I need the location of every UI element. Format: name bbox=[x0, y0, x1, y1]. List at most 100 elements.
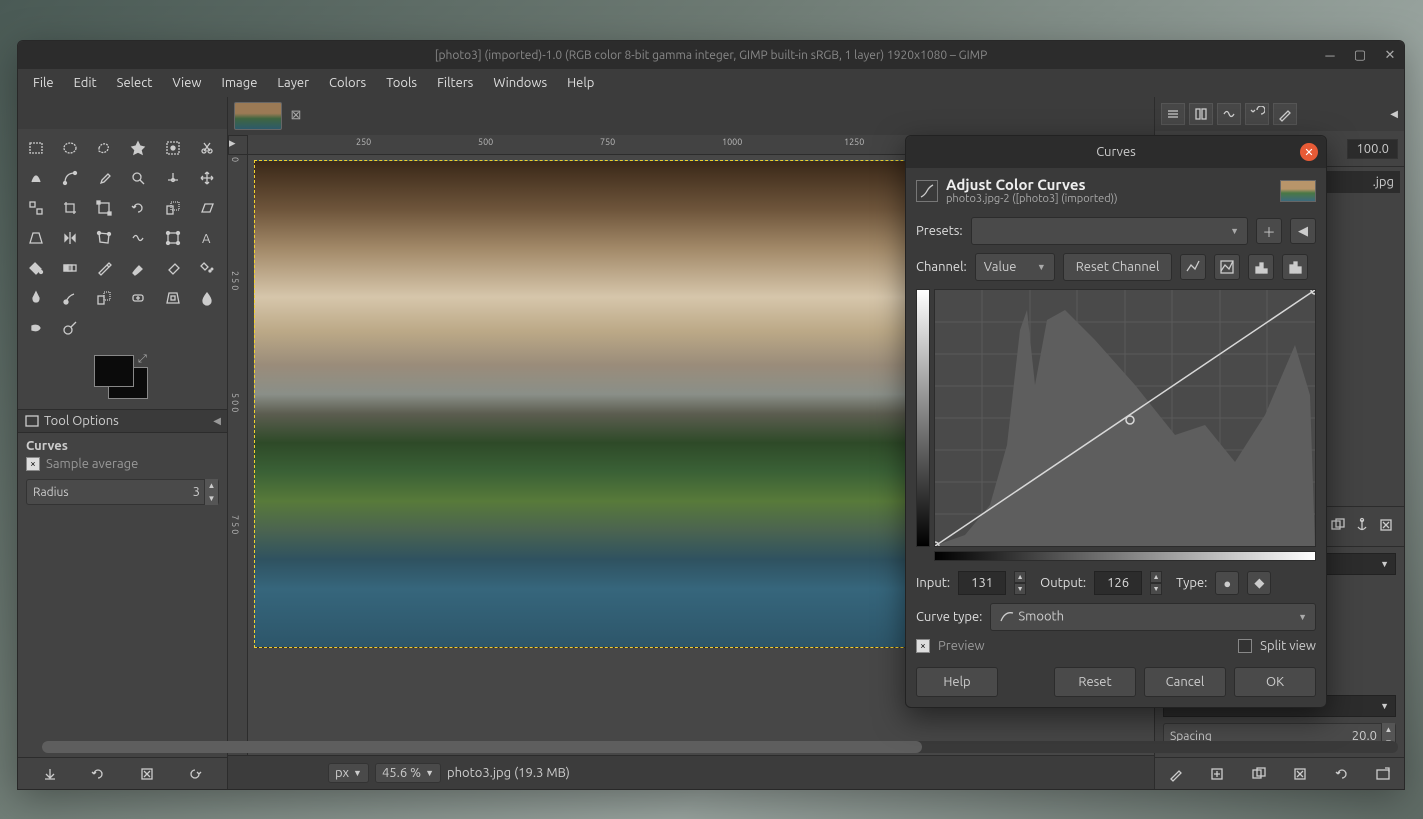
ink-tool[interactable] bbox=[22, 285, 50, 311]
unified-transform-tool[interactable] bbox=[90, 195, 118, 221]
blur-sharpen-tool[interactable] bbox=[193, 285, 221, 311]
close-button[interactable]: ✕ bbox=[1382, 47, 1398, 63]
input-value[interactable] bbox=[958, 571, 1006, 595]
preset-menu-button[interactable]: ◀ bbox=[1290, 218, 1316, 244]
move-tool[interactable] bbox=[193, 165, 221, 191]
text-tool[interactable]: A bbox=[193, 225, 221, 251]
maximize-button[interactable]: ▢ bbox=[1352, 47, 1368, 63]
menu-edit[interactable]: Edit bbox=[65, 72, 106, 94]
minimize-button[interactable]: ─ bbox=[1322, 47, 1338, 63]
reset-icon[interactable] bbox=[187, 766, 203, 782]
perspective-clone-tool[interactable] bbox=[159, 285, 187, 311]
save-preset-icon[interactable] bbox=[42, 766, 58, 782]
h-scrollbar[interactable] bbox=[42, 741, 1398, 753]
menu-help[interactable]: Help bbox=[558, 72, 603, 94]
ruler-origin[interactable]: ▸ bbox=[228, 135, 248, 155]
warp-tool[interactable] bbox=[124, 225, 152, 251]
menu-image[interactable]: Image bbox=[213, 72, 267, 94]
fg-bg-swatches[interactable]: ⤢ bbox=[24, 353, 221, 403]
by-color-select-tool[interactable] bbox=[159, 135, 187, 161]
mypaint-brush-tool[interactable] bbox=[56, 285, 84, 311]
dialog-titlebar[interactable]: Curves ✕ bbox=[906, 136, 1326, 168]
color-picker-tool[interactable] bbox=[90, 165, 118, 191]
measure-tool[interactable] bbox=[159, 165, 187, 191]
layer-icon[interactable] bbox=[1330, 517, 1346, 533]
free-select-tool[interactable] bbox=[90, 135, 118, 161]
point-type-smooth[interactable]: ● bbox=[1215, 571, 1239, 595]
smudge-tool[interactable] bbox=[22, 315, 50, 341]
handle-transform-tool[interactable] bbox=[159, 225, 187, 251]
scale-tool[interactable] bbox=[159, 195, 187, 221]
menu-file[interactable]: File bbox=[24, 72, 63, 94]
dodge-burn-tool[interactable] bbox=[56, 315, 84, 341]
menu-select[interactable]: Select bbox=[108, 72, 162, 94]
radius-input[interactable]: Radius 3 ▲▼ bbox=[26, 479, 219, 505]
duplicate-brush-icon[interactable] bbox=[1251, 766, 1267, 782]
edit-brush-icon[interactable] bbox=[1168, 766, 1184, 782]
curve-type-combo[interactable]: Smooth ▼ bbox=[990, 603, 1316, 631]
ruler-vertical[interactable]: 0 2 5 0 5 0 0 7 5 0 bbox=[228, 155, 248, 755]
presets-combo[interactable]: ▼ bbox=[971, 217, 1248, 245]
menu-windows[interactable]: Windows bbox=[484, 72, 556, 94]
zoom-tool[interactable] bbox=[124, 165, 152, 191]
channel-combo[interactable]: Value▼ bbox=[975, 253, 1055, 281]
perspective-tool[interactable] bbox=[22, 225, 50, 251]
curve-editor[interactable] bbox=[934, 289, 1316, 547]
image-tab[interactable] bbox=[234, 102, 282, 130]
reset-channel-button[interactable]: Reset Channel bbox=[1063, 253, 1173, 281]
bucket-fill-tool[interactable] bbox=[22, 255, 50, 281]
pencil-tool[interactable] bbox=[90, 255, 118, 281]
log-hist-icon[interactable] bbox=[1214, 254, 1240, 280]
new-brush-icon[interactable] bbox=[1209, 766, 1225, 782]
menu-layer[interactable]: Layer bbox=[268, 72, 318, 94]
delete-layer-icon[interactable] bbox=[1378, 517, 1394, 533]
scissors-tool[interactable] bbox=[193, 135, 221, 161]
reset-button[interactable]: Reset bbox=[1054, 667, 1136, 697]
heal-tool[interactable] bbox=[124, 285, 152, 311]
cage-tool[interactable] bbox=[90, 225, 118, 251]
fuzzy-select-tool[interactable] bbox=[124, 135, 152, 161]
hist-linear-icon[interactable] bbox=[1248, 254, 1274, 280]
delete-brush-icon[interactable] bbox=[1292, 766, 1308, 782]
cancel-button[interactable]: Cancel bbox=[1144, 667, 1226, 697]
ellipse-select-tool[interactable] bbox=[56, 135, 84, 161]
split-view-checkbox[interactable] bbox=[1238, 639, 1252, 653]
preview-checkbox[interactable]: × bbox=[916, 639, 930, 653]
menu-filters[interactable]: Filters bbox=[428, 72, 482, 94]
add-preset-button[interactable]: ＋ bbox=[1256, 218, 1282, 244]
clone-tool[interactable] bbox=[90, 285, 118, 311]
panel-menu-icon[interactable]: ◀ bbox=[1390, 108, 1398, 120]
zoom-select[interactable]: 45.6 %▼ bbox=[375, 763, 441, 783]
panel-menu-icon[interactable]: ◀ bbox=[213, 415, 221, 427]
tool-options-header[interactable]: Tool Options ◀ bbox=[18, 409, 227, 433]
swap-colors-icon[interactable]: ⤢ bbox=[138, 353, 147, 366]
hist-log-icon[interactable] bbox=[1282, 254, 1308, 280]
gradients-tab-icon[interactable] bbox=[1217, 103, 1241, 125]
align-tool[interactable] bbox=[22, 195, 50, 221]
close-tab-icon[interactable]: ⊠ bbox=[288, 108, 304, 124]
brushes-tab-icon[interactable] bbox=[1161, 103, 1185, 125]
point-type-corner[interactable]: ◆ bbox=[1247, 571, 1271, 595]
sample-average-checkbox[interactable]: ×Sample average bbox=[26, 457, 219, 471]
help-button[interactable]: Help bbox=[916, 667, 998, 697]
anchor-icon[interactable] bbox=[1354, 517, 1370, 533]
rect-select-tool[interactable] bbox=[22, 135, 50, 161]
restore-icon[interactable] bbox=[90, 766, 106, 782]
shear-tool[interactable] bbox=[193, 195, 221, 221]
paintbrush-tab-icon[interactable] bbox=[1273, 103, 1297, 125]
output-value[interactable] bbox=[1094, 571, 1142, 595]
foreground-select-tool[interactable] bbox=[22, 165, 50, 191]
undo-tab-icon[interactable] bbox=[1245, 103, 1269, 125]
crop-tool[interactable] bbox=[56, 195, 84, 221]
gradient-tool[interactable] bbox=[56, 255, 84, 281]
rotate-tool[interactable] bbox=[124, 195, 152, 221]
dialog-close-button[interactable]: ✕ bbox=[1300, 143, 1318, 161]
open-as-image-icon[interactable] bbox=[1375, 766, 1391, 782]
nav-zoom-value[interactable]: 100.0 bbox=[1347, 139, 1398, 159]
flip-tool[interactable] bbox=[56, 225, 84, 251]
eraser-tool[interactable] bbox=[159, 255, 187, 281]
airbrush-tool[interactable] bbox=[193, 255, 221, 281]
ok-button[interactable]: OK bbox=[1234, 667, 1316, 697]
delete-icon[interactable] bbox=[139, 766, 155, 782]
menu-colors[interactable]: Colors bbox=[320, 72, 375, 94]
